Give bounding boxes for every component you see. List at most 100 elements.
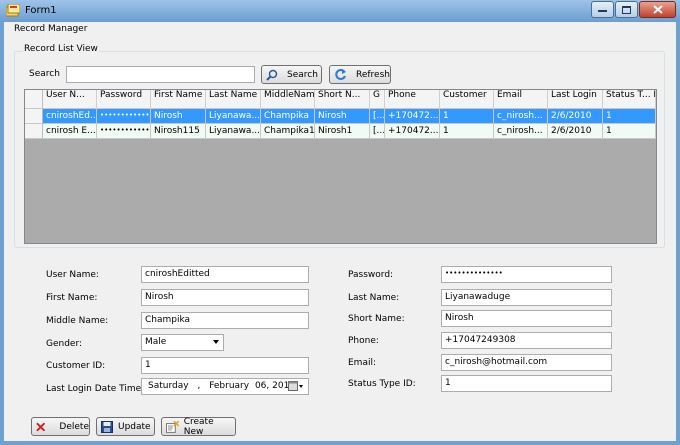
lastlogin-month[interactable]: February [209, 381, 249, 391]
record-list-group-title: Record List View [23, 44, 99, 54]
refresh-button[interactable]: Refresh [329, 65, 391, 84]
phone-label: Phone: [348, 336, 379, 346]
shortname-field[interactable]: Nirosh [441, 310, 612, 327]
records-grid[interactable]: User N... Password First Name Last Name … [24, 89, 657, 244]
grid-cell[interactable]: [... [370, 124, 385, 139]
search-icon [266, 69, 278, 81]
lastlogin-day[interactable]: Saturday [148, 381, 189, 391]
grid-cell[interactable]: 1 [603, 109, 656, 124]
create-new-button[interactable]: Create New [161, 416, 236, 437]
grid-cell[interactable]: •••••••••••••• [97, 109, 151, 124]
grid-column-header[interactable]: Customer [440, 90, 494, 109]
minimize-icon [598, 9, 607, 12]
update-button[interactable]: Update [96, 417, 155, 436]
customerid-field[interactable]: 1 [141, 357, 309, 374]
email-field[interactable]: c_nirosh@hotmail.com [441, 354, 612, 371]
grid-column-header[interactable]: User N... [43, 90, 97, 109]
table-row[interactable]: cniroshEd... •••••••••••••• Nirosh Liyan… [25, 109, 656, 124]
grid-cell[interactable]: Champika1 [261, 124, 315, 139]
grid-column-header[interactable]: Password [97, 90, 151, 109]
gender-select[interactable]: Male [141, 334, 224, 351]
grid-cell[interactable]: +170472... [385, 109, 440, 124]
grid-cell[interactable]: 2/6/2010 [548, 109, 603, 124]
create-new-button-label: Create New [183, 416, 214, 437]
search-button[interactable]: Search [261, 65, 322, 84]
calendar-icon[interactable] [288, 381, 304, 392]
email-label: Email: [348, 358, 377, 368]
close-icon [652, 5, 663, 14]
username-label: User Name: [46, 270, 99, 280]
password-label: Password: [348, 270, 394, 280]
lastlogin-separator: , [197, 381, 201, 391]
gender-value: Male [145, 337, 167, 347]
grid-cell[interactable]: Champika [261, 109, 315, 124]
lastlogin-datepicker[interactable]: Saturday , February 06, 2010 [141, 378, 309, 395]
minimize-button[interactable] [591, 1, 614, 18]
grid-column-header[interactable]: First Name [151, 90, 206, 109]
lastname-field[interactable]: Liyanawaduge [441, 289, 612, 306]
middlename-field[interactable]: Champika [141, 312, 309, 329]
delete-button[interactable]: Delete [31, 417, 90, 436]
maximize-icon [622, 5, 631, 14]
phone-field[interactable]: +17047249308 [441, 332, 612, 349]
gender-label: Gender: [46, 339, 83, 349]
row-header[interactable] [25, 124, 43, 139]
grid-column-header[interactable]: Last Login [548, 90, 603, 109]
chevron-down-icon[interactable] [213, 340, 219, 344]
grid-cell[interactable]: c_nirosh... [494, 124, 548, 139]
firstname-label: First Name: [46, 293, 98, 303]
table-row[interactable]: cnirosh E... •••••••••••••• Nirosh115 Li… [25, 124, 656, 139]
update-button-label: Update [118, 421, 151, 432]
title-bar[interactable]: Form1 [0, 0, 680, 22]
maximize-button[interactable] [615, 1, 638, 18]
delete-button-label: Delete [59, 421, 89, 432]
grid-column-header[interactable]: MiddleName [261, 90, 315, 109]
password-field[interactable]: •••••••••••••• [441, 266, 612, 283]
grid-column-header[interactable]: Phone [385, 90, 440, 109]
grid-cell[interactable]: 1 [440, 124, 494, 139]
lastlogin-label: Last Login Date Time: [46, 384, 145, 394]
grid-cell[interactable]: Liyanawa... [206, 109, 261, 124]
form-client-area: Record Manager Record List View Search S… [4, 22, 676, 441]
save-icon [101, 420, 113, 433]
row-header[interactable] [25, 109, 43, 124]
search-input[interactable] [66, 66, 255, 83]
new-record-icon [166, 420, 179, 433]
lastname-label: Last Name: [348, 293, 400, 303]
delete-icon [36, 422, 46, 431]
grid-cell[interactable]: cniroshEd... [43, 109, 97, 124]
grid-cell[interactable]: Nirosh [315, 109, 370, 124]
grid-cell[interactable]: Nirosh1 [315, 124, 370, 139]
statustype-field[interactable]: 1 [441, 375, 612, 392]
grid-cell[interactable]: 2/6/2010 [548, 124, 603, 139]
menu-record-manager[interactable]: Record Manager [14, 24, 87, 34]
grid-column-header[interactable]: G [370, 90, 385, 109]
grid-cell[interactable]: •••••••••••••• [97, 124, 151, 139]
username-field[interactable]: cniroshEditted [141, 266, 309, 283]
grid-column-header[interactable]: Last Name [206, 90, 261, 109]
refresh-button-label: Refresh [356, 69, 390, 80]
grid-cell[interactable]: +170472... [385, 124, 440, 139]
grid-cell[interactable]: Liyanawa... [206, 124, 261, 139]
grid-header-row: User N... Password First Name Last Name … [25, 90, 656, 109]
grid-cell[interactable]: cnirosh E... [43, 124, 97, 139]
form-icon [6, 4, 20, 17]
grid-column-header[interactable]: Status T... ID [603, 90, 656, 109]
firstname-field[interactable]: Nirosh [141, 289, 309, 306]
grid-cell[interactable]: 1 [440, 109, 494, 124]
statustype-label: Status Type ID: [348, 379, 416, 389]
middlename-label: Middle Name: [46, 316, 109, 326]
grid-cell[interactable]: 1 [603, 124, 656, 139]
grid-column-header[interactable]: Short N... [315, 90, 370, 109]
refresh-icon [335, 69, 346, 80]
search-label: Search [29, 69, 60, 79]
shortname-label: Short Name: [348, 314, 405, 324]
customerid-label: Customer ID: [46, 361, 106, 371]
grid-cell[interactable]: c_nirosh... [494, 109, 548, 124]
grid-cell[interactable]: Nirosh [151, 109, 206, 124]
close-button[interactable] [639, 1, 676, 18]
grid-cell[interactable]: [... [370, 109, 385, 124]
grid-column-header[interactable]: Email [494, 90, 548, 109]
app-window: Form1 Record Manager Record List View Se… [0, 0, 680, 445]
grid-cell[interactable]: Nirosh115 [151, 124, 206, 139]
